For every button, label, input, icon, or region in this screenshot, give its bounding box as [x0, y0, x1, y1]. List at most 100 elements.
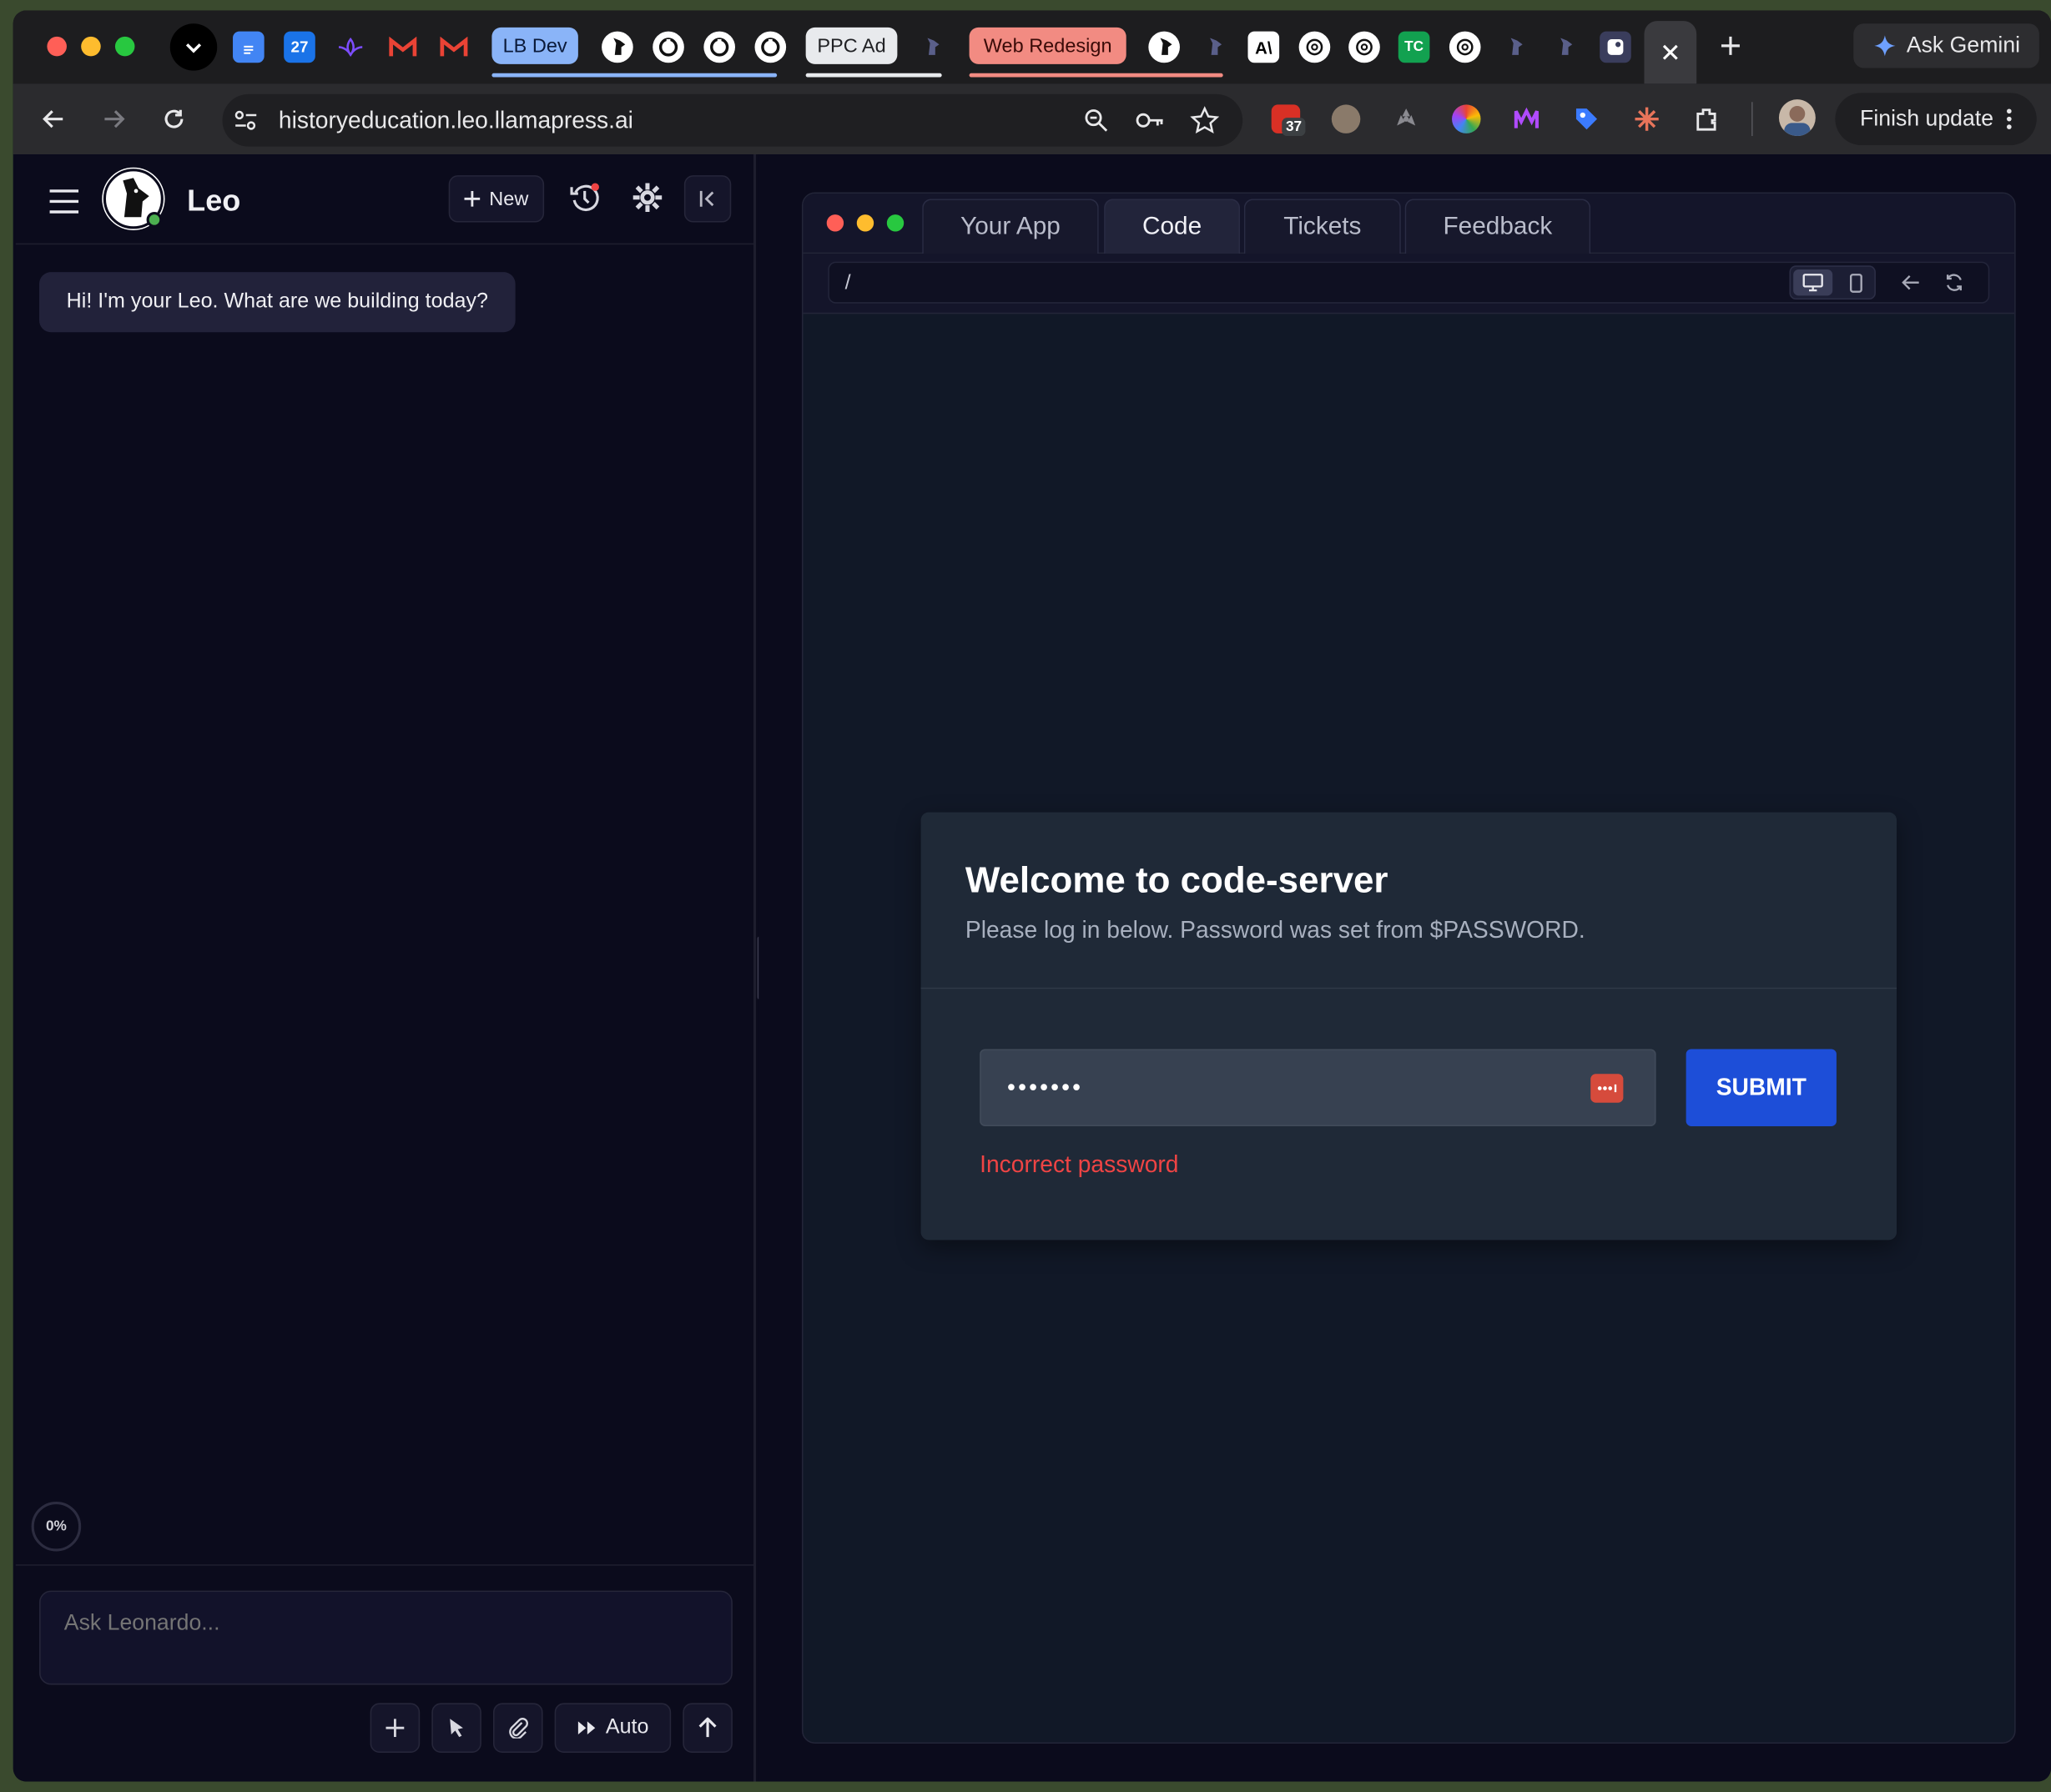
- zoom-icon[interactable]: [1083, 108, 1109, 133]
- password-manager-icon[interactable]: [1590, 1074, 1624, 1103]
- tab-feedback[interactable]: Feedback: [1404, 199, 1591, 254]
- tab-search-button[interactable]: [169, 23, 218, 71]
- ask-gemini-label: Ask Gemini: [1906, 33, 2021, 58]
- url-text[interactable]: historyeducation.leo.llamapress.ai: [279, 108, 633, 135]
- calendar-extension-icon[interactable]: 37: [1271, 104, 1306, 137]
- google-docs-tab-icon[interactable]: [233, 31, 265, 63]
- password-key-icon[interactable]: [1134, 108, 1166, 133]
- openai-tab-icon[interactable]: [1348, 31, 1380, 63]
- leo-logo: [102, 167, 165, 230]
- close-icon[interactable]: [1661, 43, 1680, 62]
- login-heading: Welcome to code-server: [965, 859, 1388, 900]
- llama-tab-icon[interactable]: [1148, 31, 1180, 63]
- address-bar[interactable]: historyeducation.leo.llamapress.ai: [222, 93, 1243, 147]
- puzzle-extensions-icon[interactable]: [1692, 104, 1721, 133]
- more-vert-icon: [2007, 108, 2012, 129]
- reload-button[interactable]: [157, 102, 191, 136]
- forward-button[interactable]: [97, 102, 131, 136]
- hamburger-menu-icon[interactable]: [48, 189, 80, 214]
- password-value: •••••••: [1007, 1074, 1084, 1100]
- preview-refresh-icon[interactable]: [1943, 272, 1964, 293]
- tab-group-lb-dev[interactable]: LB Dev: [491, 27, 578, 64]
- active-tab[interactable]: [1644, 21, 1697, 84]
- llama-tab-icon[interactable]: [915, 32, 947, 63]
- sunburst-extension-icon[interactable]: [1632, 104, 1660, 133]
- anthropic-tab-icon[interactable]: A\: [1247, 31, 1280, 63]
- site-settings-icon[interactable]: [233, 108, 259, 133]
- frame-yellow-dot: [856, 214, 874, 232]
- chat-title: Leo: [187, 183, 241, 218]
- github-tab-icon[interactable]: [703, 31, 735, 63]
- reload-icon: [164, 109, 184, 128]
- finish-update-label: Finish update: [1860, 105, 1994, 131]
- preview-url-row: /: [803, 254, 2015, 315]
- header-divider: [15, 243, 757, 245]
- radiation-extension-icon[interactable]: [1392, 104, 1420, 133]
- tab-bar: 27 LB Dev PPC Ad Web Redesign A\ TC Ask …: [13, 10, 2051, 84]
- bookmark-star-icon[interactable]: [1190, 106, 1220, 134]
- preview-path-input[interactable]: /: [828, 261, 1990, 304]
- preview-back-icon[interactable]: [1902, 274, 1920, 292]
- app-tab-icon[interactable]: [1600, 31, 1631, 63]
- calendar-tab-icon[interactable]: 27: [284, 31, 315, 63]
- tab-your-app[interactable]: Your App: [922, 199, 1099, 254]
- tab-code[interactable]: Code: [1104, 199, 1241, 254]
- auto-mode-button[interactable]: Auto: [554, 1703, 672, 1753]
- back-button[interactable]: [37, 102, 71, 136]
- attach-button[interactable]: [492, 1703, 543, 1753]
- add-button[interactable]: [370, 1703, 421, 1753]
- openai-tab-icon[interactable]: [1449, 31, 1481, 63]
- assistant-message: Hi! I'm your Leo. What are we building t…: [39, 272, 516, 333]
- frame-red-dot: [826, 214, 844, 232]
- openai-tab-icon[interactable]: [1298, 31, 1331, 63]
- tab-group-underline: [805, 73, 942, 78]
- gmail-tab-icon[interactable]: [438, 32, 470, 63]
- composer-divider: [15, 1564, 757, 1566]
- mobile-icon: [1849, 273, 1862, 293]
- select-element-button[interactable]: [431, 1703, 481, 1753]
- minimize-window-button[interactable]: [81, 36, 101, 57]
- gmail-tab-icon[interactable]: [387, 32, 419, 63]
- color-picker-extension-icon[interactable]: [1452, 104, 1481, 133]
- mobile-view-button[interactable]: [1837, 269, 1874, 295]
- submit-button[interactable]: SUBMIT: [1686, 1049, 1837, 1126]
- llama-tab-icon[interactable]: [602, 31, 633, 63]
- desktop-view-button[interactable]: [1793, 269, 1833, 296]
- browser-window: 27 LB Dev PPC Ad Web Redesign A\ TC Ask …: [13, 10, 2051, 1782]
- password-field[interactable]: •••••••: [980, 1049, 1656, 1126]
- chat-input[interactable]: [39, 1590, 733, 1685]
- avatar[interactable]: [1778, 99, 1816, 137]
- m-extension-icon[interactable]: [1512, 104, 1540, 133]
- owl-extension-icon[interactable]: [1331, 104, 1361, 133]
- tab-group-ppc-ad[interactable]: PPC Ad: [805, 27, 898, 64]
- tag-extension-icon[interactable]: [1572, 104, 1600, 133]
- techcrunch-tab-icon[interactable]: TC: [1398, 31, 1430, 63]
- finish-update-button[interactable]: Finish update: [1835, 93, 2037, 146]
- arrow-up-icon: [698, 1717, 717, 1738]
- github-tab-icon[interactable]: [754, 31, 787, 63]
- llama-tab-icon[interactable]: [1198, 32, 1230, 63]
- new-tab-icon[interactable]: [1719, 34, 1742, 58]
- preview-frame: Your App Code Tickets Feedback / Welcome: [801, 192, 2016, 1744]
- llama-tab-icon[interactable]: [1499, 32, 1530, 63]
- browser-toolbar: historyeducation.leo.llamapress.ai 37 Fi…: [13, 83, 2051, 155]
- ask-gemini-button[interactable]: Ask Gemini: [1853, 23, 2039, 68]
- tab-tickets[interactable]: Tickets: [1243, 199, 1401, 254]
- tab-group-web-redesign[interactable]: Web Redesign: [969, 27, 1126, 64]
- send-button[interactable]: [683, 1703, 733, 1753]
- collapse-panel-button[interactable]: [683, 175, 732, 223]
- tab-group-underline: [491, 73, 778, 78]
- lotus-tab-icon[interactable]: [335, 32, 366, 63]
- maximize-window-button[interactable]: [114, 36, 135, 57]
- history-icon[interactable]: [567, 180, 602, 214]
- preview-tab-bar: Your App Code Tickets Feedback: [803, 194, 2015, 254]
- frame-green-dot: [886, 214, 905, 232]
- gear-icon[interactable]: [631, 180, 665, 214]
- cursor-pointer-icon: [450, 1719, 463, 1738]
- plus-icon: [464, 190, 481, 207]
- new-chat-button[interactable]: New: [448, 175, 545, 223]
- github-tab-icon[interactable]: [653, 31, 684, 63]
- llama-tab-icon[interactable]: [1549, 32, 1580, 63]
- close-window-button[interactable]: [47, 36, 67, 57]
- login-card: Welcome to code-server Please log in bel…: [920, 812, 1897, 1241]
